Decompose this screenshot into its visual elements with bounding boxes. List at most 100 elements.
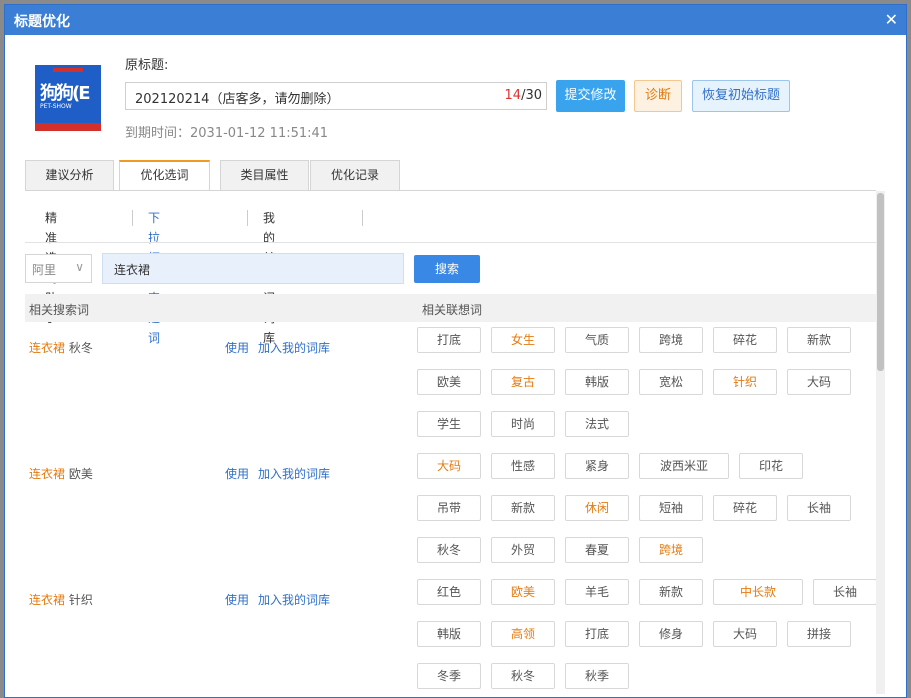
assoc-word-chip[interactable]: 碎花 [713, 495, 777, 521]
thumb-logo-text: 狗狗(E [40, 83, 91, 104]
product-thumbnail: 狗狗(E PET-SHOW [35, 65, 101, 131]
assoc-word-chip[interactable]: 学生 [417, 411, 481, 437]
tab-category-attrs[interactable]: 类目属性 [220, 160, 309, 191]
table-header: 相关搜索词 相关联想词 [25, 294, 876, 322]
assoc-word-chip[interactable]: 羊毛 [565, 579, 629, 605]
tab-suggest-analysis[interactable]: 建议分析 [25, 160, 114, 191]
add-to-library-link[interactable]: 加入我的词库 [258, 591, 330, 608]
subtab-precise-picker[interactable]: 精准选词助手 [45, 208, 57, 325]
title-optimize-dialog: 标题优化 ✕ 狗狗(E PET-SHOW 原标题: 202120214（店客多，… [4, 4, 907, 698]
assoc-word-chip[interactable]: 短袖 [639, 495, 703, 521]
keyword-input[interactable]: 连衣裙 [102, 253, 404, 284]
assoc-word-chip[interactable]: 大码 [417, 453, 481, 479]
optimize-words-panel: 精准选词助手 下拉框搜索选词 我的关键词词库 阿里 ∨ 连衣裙 搜索 相关搜索词… [25, 191, 876, 697]
diagnose-button[interactable]: 诊断 [634, 80, 682, 112]
col-related-search: 相关搜索词 [29, 303, 90, 317]
related-search-term: 连衣裙 欧美 [29, 465, 93, 482]
assoc-word-chip[interactable]: 秋冬 [491, 663, 555, 689]
thumb-bottom-bar [35, 123, 101, 131]
search-term-suffix: 秋冬 [65, 341, 93, 355]
thumb-sub-text: PET-SHOW [40, 103, 72, 110]
use-keyword-link[interactable]: 使用 [225, 339, 249, 356]
assoc-word-chip[interactable]: 打底 [565, 621, 629, 647]
assoc-word-chip[interactable]: 大码 [713, 621, 777, 647]
assoc-word-chip[interactable]: 跨境 [639, 327, 703, 353]
assoc-word-chip[interactable]: 碎花 [713, 327, 777, 353]
restore-title-button[interactable]: 恢复初始标题 [692, 80, 790, 112]
assoc-word-chip[interactable]: 吊带 [417, 495, 481, 521]
related-search-term: 连衣裙 秋冬 [29, 339, 93, 356]
vertical-scrollbar[interactable] [876, 191, 885, 694]
use-keyword-link[interactable]: 使用 [225, 591, 249, 608]
subtab-my-keywords[interactable]: 我的关键词词库 [263, 208, 275, 345]
add-to-library-link[interactable]: 加入我的词库 [258, 465, 330, 482]
add-to-library-link[interactable]: 加入我的词库 [258, 339, 330, 356]
assoc-word-chip[interactable]: 气质 [565, 327, 629, 353]
assoc-word-chip[interactable]: 宽松 [639, 369, 703, 395]
thumb-top-bar [53, 68, 83, 72]
assoc-word-chip[interactable]: 法式 [565, 411, 629, 437]
char-counter: 14/30 [505, 88, 542, 103]
search-term-highlight: 连衣裙 [29, 593, 66, 607]
use-keyword-link[interactable]: 使用 [225, 465, 249, 482]
platform-select[interactable]: 阿里 ∨ [25, 254, 92, 283]
assoc-word-chip[interactable]: 印花 [739, 453, 803, 479]
assoc-word-chip[interactable]: 春夏 [565, 537, 629, 563]
assoc-word-chip[interactable]: 跨境 [639, 537, 703, 563]
assoc-word-chip[interactable]: 大码 [787, 369, 851, 395]
assoc-word-chip[interactable]: 休闲 [565, 495, 629, 521]
tab-optimize-history[interactable]: 优化记录 [310, 160, 400, 191]
tab-optimize-words[interactable]: 优化选词 [119, 160, 210, 191]
title-input[interactable]: 202120214（店客多，请勿删除） 14/30 [125, 82, 547, 110]
assoc-word-chip[interactable]: 秋季 [565, 663, 629, 689]
assoc-word-chip[interactable]: 欧美 [417, 369, 481, 395]
assoc-word-chip[interactable]: 针织 [713, 369, 777, 395]
subtab-divider [247, 210, 248, 226]
col-related-assoc: 相关联想词 [422, 303, 483, 317]
char-count-current: 14 [504, 88, 522, 103]
assoc-word-chip[interactable]: 长袖 [813, 579, 876, 605]
assoc-word-chip[interactable]: 高领 [491, 621, 555, 647]
original-title-label: 原标题: [125, 58, 169, 73]
subtab-divider [132, 210, 133, 226]
assoc-word-chip[interactable]: 长袖 [787, 495, 851, 521]
assoc-word-chip[interactable]: 女生 [491, 327, 555, 353]
dialog-titlebar: 标题优化 ✕ [5, 5, 906, 35]
assoc-word-chip[interactable]: 时尚 [491, 411, 555, 437]
chevron-down-icon: ∨ [75, 260, 84, 274]
expire-time: 到期时间：2031-01-12 11:51:41 [125, 126, 329, 141]
subtab-dropdown-search[interactable]: 下拉框搜索选词 [148, 208, 160, 345]
submit-button[interactable]: 提交修改 [556, 80, 625, 112]
assoc-word-chip[interactable]: 新款 [787, 327, 851, 353]
assoc-word-chip[interactable]: 波西米亚 [639, 453, 729, 479]
search-term-highlight: 连衣裙 [29, 341, 66, 355]
assoc-word-chip[interactable]: 复古 [491, 369, 555, 395]
assoc-word-chip[interactable]: 性感 [491, 453, 555, 479]
keyword-input-value: 连衣裙 [114, 263, 151, 277]
assoc-word-chip[interactable]: 紧身 [565, 453, 629, 479]
assoc-word-chip[interactable]: 拼接 [787, 621, 851, 647]
assoc-word-chip[interactable]: 韩版 [565, 369, 629, 395]
close-icon[interactable]: ✕ [885, 10, 898, 29]
assoc-word-chip[interactable]: 打底 [417, 327, 481, 353]
assoc-word-chip[interactable]: 冬季 [417, 663, 481, 689]
scrollbar-thumb[interactable] [877, 193, 884, 371]
assoc-word-chip[interactable]: 修身 [639, 621, 703, 647]
search-button[interactable]: 搜索 [414, 255, 480, 283]
assoc-word-chip[interactable]: 新款 [639, 579, 703, 605]
assoc-word-chip[interactable]: 秋冬 [417, 537, 481, 563]
assoc-word-chip[interactable]: 中长款 [713, 579, 803, 605]
char-count-total: /30 [521, 88, 542, 103]
search-term-suffix: 欧美 [65, 467, 93, 481]
related-search-term: 连衣裙 针织 [29, 591, 93, 608]
title-input-value: 202120214（店客多，请勿删除） [135, 92, 340, 107]
assoc-word-chip[interactable]: 韩版 [417, 621, 481, 647]
assoc-word-chip[interactable]: 外贸 [491, 537, 555, 563]
assoc-word-chip[interactable]: 红色 [417, 579, 481, 605]
subtab-divider [362, 210, 363, 226]
assoc-word-chip[interactable]: 欧美 [491, 579, 555, 605]
subtabs-divider [25, 242, 876, 243]
dialog-title: 标题优化 [14, 14, 70, 30]
assoc-word-chip[interactable]: 新款 [491, 495, 555, 521]
platform-select-value: 阿里 [32, 263, 57, 277]
